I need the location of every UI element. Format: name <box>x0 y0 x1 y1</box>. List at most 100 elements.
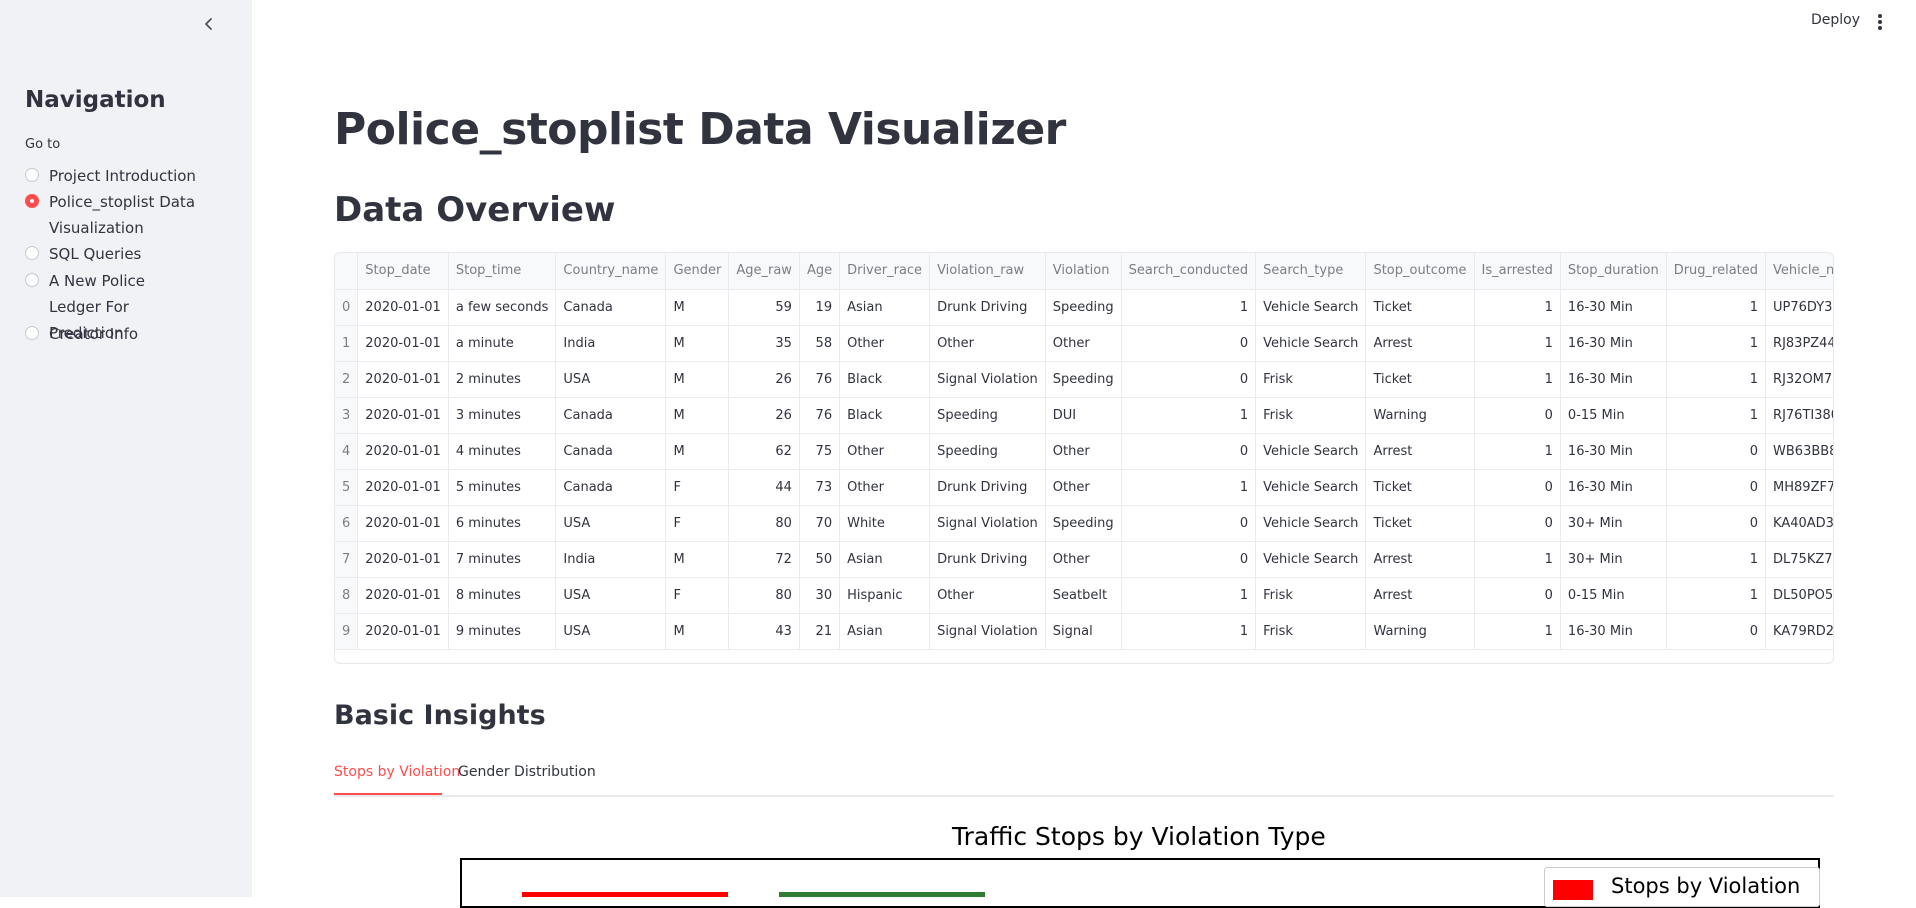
table-cell[interactable]: 2020-01-01 <box>357 397 449 434</box>
table-cell[interactable]: Canada <box>555 433 667 470</box>
table-cell[interactable]: M <box>665 325 730 362</box>
table-cell[interactable]: Vehicle Search <box>1255 433 1367 470</box>
table-cell[interactable]: India <box>555 541 667 578</box>
table-cell[interactable]: Other <box>929 577 1046 614</box>
table-cell[interactable]: 2 minutes <box>448 361 557 398</box>
table-row[interactable]: 9 2020-01-01 9 minutes USA M 43 21 Asian Signal … <box>335 613 1833 650</box>
table-cell[interactable]: 2020-01-01 <box>357 577 449 614</box>
table-cell[interactable]: 5 minutes <box>448 469 557 506</box>
table-cell[interactable]: M <box>665 397 730 434</box>
table-cell[interactable]: Speeding <box>1045 505 1122 542</box>
table-cell[interactable]: 30+ Min <box>1560 541 1667 578</box>
table-cell[interactable]: WB63BB83 <box>1765 433 1833 470</box>
table-cell[interactable]: 0-15 Min <box>1560 577 1667 614</box>
column-header[interactable]: Is_arrested <box>1474 253 1561 290</box>
table-row[interactable]: 3 2020-01-01 3 minutes Canada M 26 76 Black Spee… <box>335 397 1833 434</box>
column-header[interactable]: Violation <box>1045 253 1122 290</box>
column-header[interactable]: Country_name <box>555 253 667 290</box>
table-row[interactable]: 6 2020-01-01 6 minutes USA F 80 70 White Signal … <box>335 505 1833 542</box>
column-header[interactable]: Stop_duration <box>1560 253 1667 290</box>
table-cell[interactable]: 0 <box>1474 469 1561 506</box>
table-cell[interactable]: Arrest <box>1365 325 1475 362</box>
table-cell[interactable]: 9 minutes <box>448 613 557 650</box>
table-row[interactable]: 0 2020-01-01 a few seconds Canada M 59 19 Asian… <box>335 289 1833 326</box>
table-cell[interactable]: 2020-01-01 <box>357 613 449 650</box>
table-cell[interactable]: Other <box>839 469 931 506</box>
table-cell[interactable]: 0 <box>1666 505 1767 542</box>
tab-gender-distribution[interactable]: Gender Distribution <box>458 764 596 780</box>
table-cell[interactable]: 70 <box>799 505 841 542</box>
table-cell[interactable]: 1 <box>1474 325 1561 362</box>
table-cell[interactable]: Other <box>1045 469 1122 506</box>
table-cell[interactable]: 76 <box>799 397 841 434</box>
table-cell[interactable]: F <box>665 505 730 542</box>
table-cell[interactable]: 26 <box>728 397 800 434</box>
table-cell[interactable]: Ticket <box>1365 289 1475 326</box>
table-cell[interactable]: USA <box>555 505 667 542</box>
table-cell[interactable]: 1 <box>1121 397 1257 434</box>
table-cell[interactable]: Arrest <box>1365 577 1475 614</box>
table-cell[interactable]: DUI <box>1045 397 1122 434</box>
table-cell[interactable]: 0 <box>1121 541 1257 578</box>
table-cell[interactable]: 80 <box>728 577 800 614</box>
deploy-button[interactable]: Deploy <box>1811 12 1860 28</box>
table-cell[interactable]: 1 <box>1121 469 1257 506</box>
table-cell[interactable]: 1 <box>1121 613 1257 650</box>
table-cell[interactable]: 72 <box>728 541 800 578</box>
table-cell[interactable]: M <box>665 361 730 398</box>
table-row[interactable]: 5 2020-01-01 5 minutes Canada F 44 73 Other Drun… <box>335 469 1833 506</box>
row-index[interactable]: 9 <box>335 613 359 650</box>
table-cell[interactable]: Asian <box>839 289 931 326</box>
table-cell[interactable]: Signal <box>1045 613 1122 650</box>
table-cell[interactable]: 43 <box>728 613 800 650</box>
table-cell[interactable]: RJ32OM72( <box>1765 361 1833 398</box>
table-cell[interactable]: Vehicle Search <box>1255 289 1367 326</box>
table-cell[interactable]: USA <box>555 361 667 398</box>
table-cell[interactable]: DL75KZ783 <box>1765 541 1833 578</box>
table-cell[interactable]: Frisk <box>1255 397 1367 434</box>
table-cell[interactable]: 59 <box>728 289 800 326</box>
table-cell[interactable]: Other <box>1045 433 1122 470</box>
table-cell[interactable]: 16-30 Min <box>1560 289 1667 326</box>
table-cell[interactable]: Ticket <box>1365 505 1475 542</box>
table-cell[interactable]: 1 <box>1474 541 1561 578</box>
table-cell[interactable]: RJ83PZ444 <box>1765 325 1833 362</box>
table-cell[interactable]: Warning <box>1365 613 1475 650</box>
table-cell[interactable]: Arrest <box>1365 433 1475 470</box>
table-cell[interactable]: Vehicle Search <box>1255 325 1367 362</box>
table-row[interactable]: 1 2020-01-01 a minute India M 35 58 Other Other O… <box>335 325 1833 362</box>
table-cell[interactable]: 1 <box>1666 325 1767 362</box>
table-cell[interactable]: F <box>665 577 730 614</box>
table-cell[interactable]: 0 <box>1666 433 1767 470</box>
table-cell[interactable]: 1 <box>1474 433 1561 470</box>
table-cell[interactable]: Frisk <box>1255 361 1367 398</box>
row-index[interactable]: 1 <box>335 325 359 362</box>
table-cell[interactable]: 2020-01-01 <box>357 505 449 542</box>
column-header[interactable]: Violation_raw <box>929 253 1046 290</box>
table-cell[interactable]: 1 <box>1474 289 1561 326</box>
table-cell[interactable]: Signal Violation <box>929 361 1046 398</box>
table-cell[interactable]: M <box>665 433 730 470</box>
row-index[interactable]: 3 <box>335 397 359 434</box>
table-cell[interactable]: Other <box>1045 541 1122 578</box>
table-cell[interactable]: UP76DY347 <box>1765 289 1833 326</box>
table-cell[interactable]: 21 <box>799 613 841 650</box>
column-header[interactable]: Drug_related <box>1666 253 1767 290</box>
table-cell[interactable]: 0 <box>1474 577 1561 614</box>
table-cell[interactable]: 0-15 Min <box>1560 397 1667 434</box>
table-cell[interactable]: Vehicle Search <box>1255 541 1367 578</box>
table-cell[interactable]: Seatbelt <box>1045 577 1122 614</box>
table-row[interactable]: 8 2020-01-01 8 minutes USA F 80 30 Hispanic Othe… <box>335 577 1833 614</box>
table-cell[interactable]: 0 <box>1474 397 1561 434</box>
row-index[interactable]: 0 <box>335 289 359 326</box>
row-index[interactable]: 5 <box>335 469 359 506</box>
table-cell[interactable]: 62 <box>728 433 800 470</box>
table-cell[interactable]: Canada <box>555 289 667 326</box>
table-cell[interactable]: 73 <box>799 469 841 506</box>
column-header[interactable]: Vehicle_nu <box>1765 253 1833 290</box>
table-cell[interactable]: 6 minutes <box>448 505 557 542</box>
table-cell[interactable]: a few seconds <box>448 289 557 326</box>
table-cell[interactable]: 26 <box>728 361 800 398</box>
table-cell[interactable]: 2020-01-01 <box>357 469 449 506</box>
table-cell[interactable]: Speeding <box>929 397 1046 434</box>
